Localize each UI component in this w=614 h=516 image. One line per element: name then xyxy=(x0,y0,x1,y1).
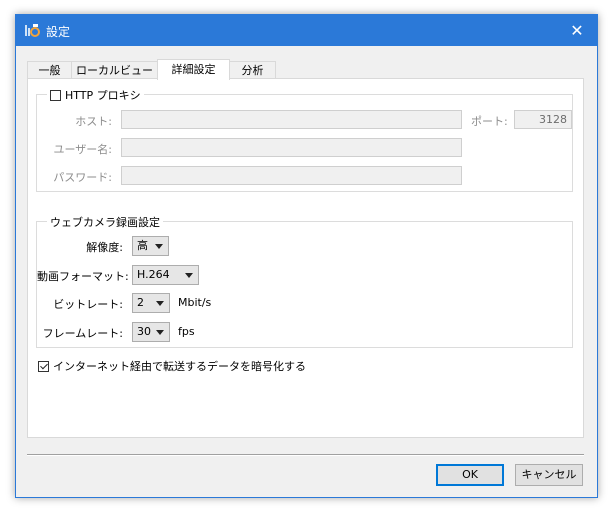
encrypt-toggle[interactable]: インターネット経由で転送するデータを暗号化する xyxy=(38,358,306,374)
advanced-settings-panel: HTTP プロキシ ホスト: ポート: 3128 ユーザー名: パスワード: ウ… xyxy=(27,78,584,438)
framerate-select[interactable]: 30 xyxy=(132,322,170,342)
ok-button[interactable]: OK xyxy=(436,464,504,486)
chevron-down-icon xyxy=(156,330,164,335)
bitrate-unit: Mbit/s xyxy=(178,296,212,309)
chevron-down-icon xyxy=(156,301,164,306)
webcam-group-title: ウェブカメラ録画設定 xyxy=(47,214,163,230)
host-input[interactable] xyxy=(121,110,462,129)
resolution-value: 高 xyxy=(137,239,148,252)
framerate-value: 30 xyxy=(137,325,151,338)
tab-advanced[interactable]: 詳細設定 xyxy=(157,59,230,80)
close-button[interactable]: ✕ xyxy=(557,15,597,46)
cancel-button[interactable]: キャンセル xyxy=(515,464,583,486)
webcam-group: ウェブカメラ録画設定 解像度: 高 動画フォーマット: H.264 ビットレート… xyxy=(36,214,573,348)
encrypt-label: インターネット経由で転送するデータを暗号化する xyxy=(53,360,306,373)
host-label: ホスト: xyxy=(75,115,112,128)
title-bar[interactable]: 設定 ✕ xyxy=(16,15,597,46)
tab-local-view[interactable]: ローカルビュー xyxy=(71,61,158,79)
port-input[interactable]: 3128 xyxy=(514,110,572,129)
format-select[interactable]: H.264 xyxy=(132,265,199,285)
proxy-group: HTTP プロキシ ホスト: ポート: 3128 ユーザー名: パスワード: xyxy=(36,87,573,192)
bitrate-select[interactable]: 2 xyxy=(132,293,170,313)
framerate-unit: fps xyxy=(178,325,195,338)
proxy-checkbox-label: HTTP プロキシ xyxy=(65,89,141,102)
port-label: ポート: xyxy=(471,115,508,128)
footer-separator xyxy=(27,454,584,456)
password-input[interactable] xyxy=(121,166,462,185)
username-input[interactable] xyxy=(121,138,462,157)
username-label: ユーザー名: xyxy=(53,143,113,156)
bitrate-label: ビットレート: xyxy=(53,298,123,311)
password-label: パスワード: xyxy=(53,171,112,184)
chevron-down-icon xyxy=(155,244,163,249)
proxy-toggle[interactable]: HTTP プロキシ xyxy=(47,87,144,103)
tab-general[interactable]: 一般 xyxy=(27,61,72,79)
close-icon: ✕ xyxy=(570,21,584,40)
resolution-label: 解像度: xyxy=(86,241,123,254)
app-icon xyxy=(25,24,40,37)
format-value: H.264 xyxy=(137,268,170,281)
tab-analysis[interactable]: 分析 xyxy=(229,61,276,79)
bitrate-value: 2 xyxy=(137,296,144,309)
format-label: 動画フォーマット: xyxy=(37,270,129,283)
window-title: 設定 xyxy=(46,25,71,39)
proxy-checkbox[interactable] xyxy=(50,89,61,101)
encrypt-checkbox[interactable] xyxy=(38,360,49,372)
framerate-label: フレームレート: xyxy=(42,327,123,340)
resolution-select[interactable]: 高 xyxy=(132,236,169,256)
chevron-down-icon xyxy=(185,273,193,278)
settings-window: 設定 ✕ 一般 ローカルビュー 詳細設定 分析 HTTP プロキシ ホスト: ポ… xyxy=(15,14,598,498)
